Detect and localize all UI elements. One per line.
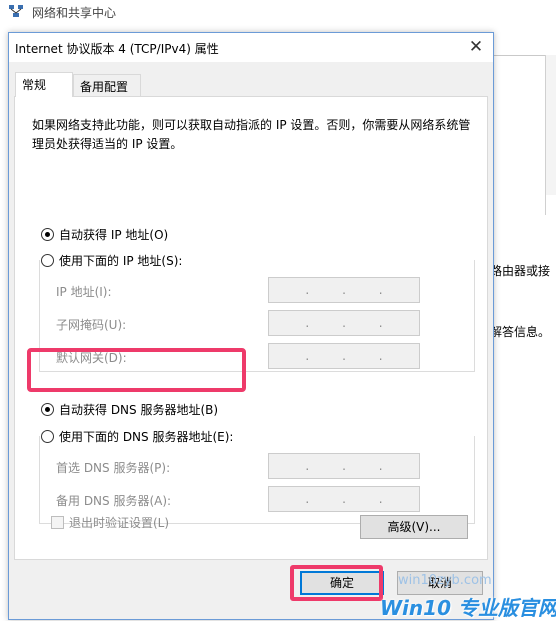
ok-highlight-box <box>290 565 383 601</box>
ip-address-field[interactable]: ... <box>268 277 420 303</box>
ip-address-label: IP 地址(I): <box>56 285 112 299</box>
validate-on-exit-checkbox[interactable]: 退出时验证设置(L) <box>51 514 169 531</box>
manual-dns-group: 首选 DNS 服务器(P): ... 备用 DNS 服务器(A): ... <box>39 436 475 524</box>
subnet-mask-label: 子网掩码(U): <box>56 318 127 332</box>
network-icon <box>9 5 23 17</box>
tab-alternate-configuration[interactable]: 备用配置 <box>73 74 141 96</box>
background-window-title: 网络和共享中心 <box>32 6 117 20</box>
auto-ip-radio[interactable]: 自动获得 IP 地址(O) <box>41 225 168 243</box>
alternate-dns-label: 备用 DNS 服务器(A): <box>56 494 172 508</box>
dialog-title: Internet 协议版本 4 (TCP/IPv4) 属性 <box>15 42 219 56</box>
checkbox-icon[interactable] <box>51 516 64 529</box>
description-text: 如果网络支持此功能，则可以获取自动指派的 IP 设置。否则，你需要从网络系统管理… <box>32 118 471 151</box>
auto-dns-label: 自动获得 DNS 服务器地址(B) <box>59 402 219 417</box>
background-window-titlebar: 网络和共享中心 <box>0 0 556 24</box>
default-gateway-field[interactable]: ... <box>268 343 420 369</box>
general-tab-panel: 如果网络支持此功能，则可以获取自动指派的 IP 设置。否则，你需要从网络系统管理… <box>14 96 488 560</box>
auto-dns-radio[interactable]: 自动获得 DNS 服务器地址(B) <box>41 400 218 418</box>
tcpipv4-properties-dialog: Internet 协议版本 4 (TCP/IPv4) 属性 ✕ 常规 备用配置 … <box>8 32 494 620</box>
subnet-mask-field[interactable]: ... <box>268 310 420 336</box>
advanced-button[interactable]: 高级(V)... <box>360 515 468 539</box>
watermark-brand: Win10 专业版官网 <box>380 596 556 620</box>
background-scrollbar-lower <box>545 195 556 215</box>
validate-on-exit-label: 退出时验证设置(L) <box>69 516 170 530</box>
alternate-dns-field[interactable]: ... <box>268 486 420 512</box>
watermark-site: win10zyb.com <box>398 573 492 588</box>
radio-selected-icon[interactable] <box>41 227 54 241</box>
background-text-fragment: 解答信息。 <box>490 325 551 339</box>
dialog-titlebar[interactable]: Internet 协议版本 4 (TCP/IPv4) 属性 ✕ <box>9 33 493 62</box>
radio-selected-icon[interactable] <box>41 402 54 416</box>
auto-ip-label: 自动获得 IP 地址(O) <box>59 227 169 242</box>
preferred-dns-label: 首选 DNS 服务器(P): <box>56 461 171 475</box>
dns-highlight-box <box>27 348 246 392</box>
preferred-dns-field[interactable]: ... <box>268 453 420 479</box>
background-scrollbar[interactable] <box>545 55 556 195</box>
background-text-fragment: 路由器或接 <box>490 264 551 278</box>
tab-general[interactable]: 常规 <box>15 72 73 97</box>
close-icon[interactable]: ✕ <box>459 33 493 62</box>
